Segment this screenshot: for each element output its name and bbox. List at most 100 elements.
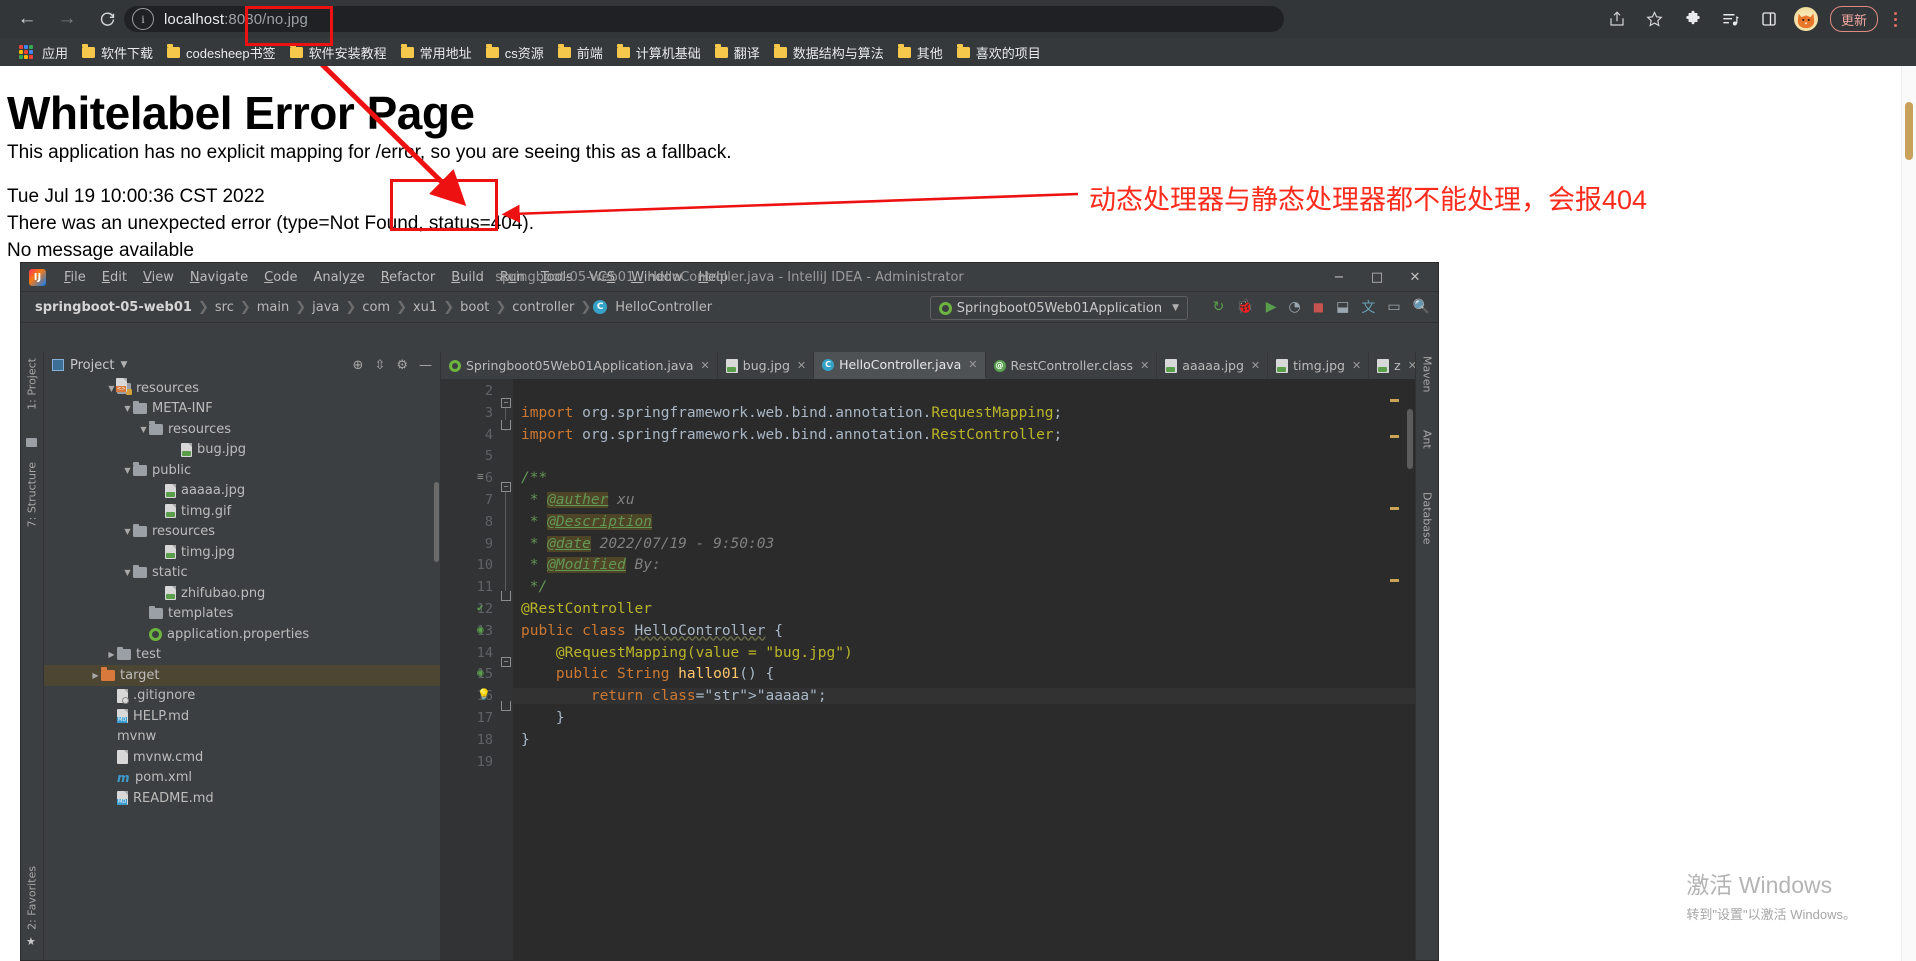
expand-arrow-icon[interactable]: ▼ [122,568,133,577]
gutter-marker[interactable]: 💡 [477,688,491,701]
collapse-all-icon[interactable]: ⇳ [374,358,385,373]
error-stripe[interactable] [1389,379,1401,960]
menu-view[interactable]: View [135,268,182,287]
close-icon[interactable]: ✕ [701,359,710,372]
tree-row[interactable]: timg.jpg [44,542,440,563]
bookmark-item-1[interactable]: 软件下载 [75,40,160,64]
editor-tab[interactable]: timg.jpg ✕ [1268,352,1370,379]
breadcrumb-item-java[interactable]: java [308,300,343,315]
tree-scrollbar[interactable] [434,482,439,562]
gutter-marker[interactable]: ◉ [477,666,484,679]
breadcrumb-item-boot[interactable]: boot [456,300,493,315]
close-icon[interactable]: ✕ [968,358,977,371]
menu-analyze[interactable]: Analyze [305,268,372,287]
share-icon[interactable] [1602,4,1632,34]
fold-collapse-icon[interactable]: − [501,482,511,492]
breadcrumb-item-class[interactable]: HelloController [611,300,716,315]
editor-tab[interactable]: aaaaa.jpg ✕ [1157,352,1269,379]
rail-item-project[interactable]: 1: Project [26,358,39,410]
profiler-icon[interactable]: ◔ [1289,299,1301,315]
expand-arrow-icon[interactable]: ▼ [122,527,133,536]
close-icon[interactable]: ✕ [797,359,806,372]
fold-end-icon[interactable] [501,591,511,601]
editor-tab[interactable]: z✕ [1369,352,1415,379]
bookmark-item-9[interactable]: 数据结构与算法 [767,40,891,64]
maximize-button[interactable]: □ [1358,264,1396,290]
tree-row[interactable]: application.properties [44,624,440,645]
rail-item-favorites[interactable]: 2: Favorites [26,866,39,930]
side-panel-icon[interactable] [1754,4,1784,34]
bookmark-item-6[interactable]: 前端 [551,40,610,64]
page-scrollbar[interactable] [1901,66,1916,961]
gutter-marker[interactable]: ◉ [477,623,484,636]
close-icon[interactable]: ✕ [1352,359,1361,372]
avatar[interactable] [1793,7,1818,31]
bookmark-item-4[interactable]: 常用地址 [394,40,479,64]
tree-row[interactable]: m pom.xml [44,768,440,789]
editor-tab[interactable]: @ RestController.class ✕ [986,352,1158,379]
menu-edit[interactable]: Edit [94,268,135,287]
editor-tab[interactable]: C HelloController.java ✕ [814,352,986,379]
expand-arrow-icon[interactable]: ▼ [122,404,133,413]
menu-window[interactable]: Window [623,268,690,287]
tree-row[interactable]: timg.gif [44,501,440,522]
minimize-button[interactable]: − [1320,264,1358,290]
tree-row[interactable]: ▼ META-INF [44,399,440,420]
rerun-icon[interactable]: ↻ [1213,299,1225,315]
tree-row[interactable]: HELP.md [44,706,440,727]
tree-row[interactable]: ▶ test [44,645,440,666]
bookmark-item-8[interactable]: 翻译 [708,40,767,64]
menu-vcs[interactable]: VCS [581,268,623,287]
minimize-icon[interactable]: — [419,358,436,373]
collapse-arrow-icon[interactable]: ▶ [106,650,117,659]
rail-item-ant[interactable]: Ant [1421,430,1434,449]
run-configuration-selector[interactable]: Springboot05Web01Application ▼ [929,296,1188,320]
debug-icon[interactable]: 🐞 [1236,299,1253,315]
menu-code[interactable]: Code [256,268,305,287]
bookmark-apps[interactable]: 应用 [8,40,75,64]
chrome-menu-button[interactable] [1884,11,1906,27]
breadcrumb-item-project[interactable]: springboot-05-web01 [31,300,196,315]
fold-collapse-icon[interactable]: − [501,657,511,667]
extensions-puzzle-icon[interactable] [1678,4,1708,34]
code-editor[interactable]: 2 3 4 5 6 7 8 9 10 11 12 13 14 15 16 17 18 19 ≡ ✔ ◉ ◉ 💡 − − − … [441,379,1415,960]
editor-scrollbar[interactable] [1407,409,1413,469]
rail-item-maven[interactable]: Maven [1421,356,1434,392]
menu-file[interactable]: FFileile [56,268,94,287]
back-button[interactable]: ← [10,2,44,36]
site-info-icon[interactable]: i [132,8,154,30]
breadcrumb-item-xu1[interactable]: xu1 [409,300,441,315]
editor-tab[interactable]: Springboot05Web01Application.java ✕ [441,352,718,379]
expand-arrow-icon[interactable]: ▼ [122,466,133,475]
menu-build[interactable]: Build [443,268,492,287]
close-icon[interactable]: ✕ [1140,359,1149,372]
breadcrumb-item-controller[interactable]: controller [508,300,578,315]
close-icon[interactable]: ✕ [1408,359,1415,372]
collapse-arrow-icon[interactable]: ▶ [90,671,101,680]
forward-button[interactable]: → [50,2,84,36]
reload-button[interactable] [90,2,124,36]
tree-row[interactable]: zhifubao.png [44,583,440,604]
reading-list-icon[interactable] [1716,4,1746,34]
menu-help[interactable]: Help [690,268,736,287]
locate-icon[interactable]: ⊕ [353,358,364,373]
bookmark-star-icon[interactable] [1640,4,1670,34]
translate-icon[interactable]: 文 [1361,297,1375,317]
stop-icon[interactable]: ■ [1313,300,1324,314]
layout-icon[interactable]: ▭ [1387,299,1400,315]
settings-gear-icon[interactable]: ⚙ [396,358,408,373]
tree-row[interactable]: aaaaa.jpg [44,481,440,502]
breadcrumb-item-com[interactable]: com [358,300,394,315]
breadcrumb-item-src[interactable]: src [211,300,238,315]
bookmark-item-7[interactable]: 计算机基础 [610,40,708,64]
tree-row[interactable]: .gitignore [44,686,440,707]
bookmark-item-11[interactable]: 喜欢的项目 [950,40,1048,64]
fold-end-icon[interactable] [501,420,511,430]
rail-item-structure[interactable]: 7: Structure [26,462,39,527]
fold-end-icon[interactable] [501,701,511,711]
bookmark-item-5[interactable]: cs资源 [479,40,551,64]
editor-tab[interactable]: bug.jpg ✕ [718,352,815,379]
tree-row[interactable]: templates [44,604,440,625]
tree-row[interactable]: ▼ resources [44,522,440,543]
menu-refactor[interactable]: Refactor [373,268,444,287]
